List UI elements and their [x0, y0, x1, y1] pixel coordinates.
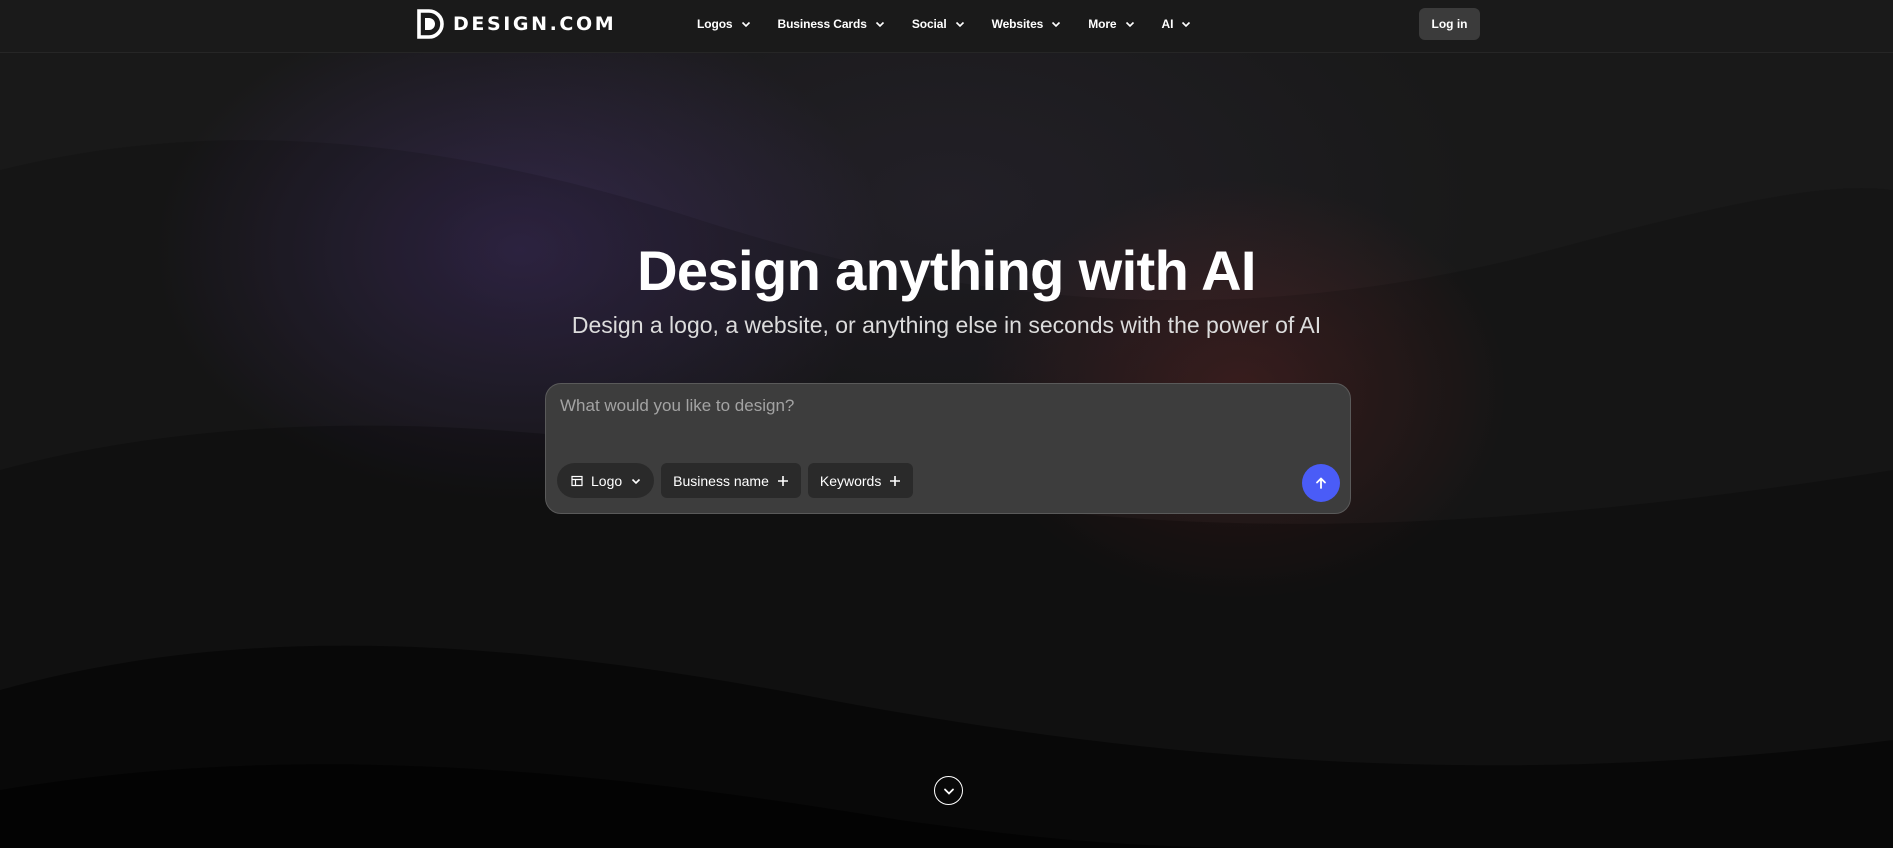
chevron-down-icon	[875, 21, 884, 28]
chevron-down-icon	[1125, 21, 1134, 28]
nav-item-websites[interactable]: Websites	[992, 17, 1063, 31]
brand-logo[interactable]: DESIGN.COM	[416, 8, 616, 40]
arrow-up-icon	[1316, 477, 1326, 489]
page: DESIGN.COM Logos Business Cards Social W…	[0, 0, 1893, 848]
nav-item-business-cards[interactable]: Business Cards	[778, 17, 886, 31]
design-d-logo-icon	[417, 9, 444, 39]
plus-icon	[777, 475, 788, 486]
add-keywords-button[interactable]: Keywords	[807, 463, 914, 498]
scroll-down-button[interactable]	[934, 776, 963, 805]
nav-item-label: Logos	[697, 17, 733, 31]
hero-subtitle: Design a logo, a website, or anything el…	[571, 312, 1322, 338]
nav-item-label: AI	[1161, 17, 1174, 31]
nav-item-more[interactable]: More	[1088, 17, 1135, 31]
chevron-down-icon	[1052, 21, 1061, 28]
brand-name: DESIGN.COM	[453, 13, 617, 35]
nav-item-label: Social	[911, 17, 947, 31]
design-prompt-input[interactable]	[560, 396, 1320, 436]
login-button[interactable]: Log in	[1419, 8, 1480, 40]
design-prompt-box: Logo Business name Keywords	[545, 383, 1351, 514]
design-type-select[interactable]: Logo	[557, 463, 655, 498]
chevron-down-icon	[955, 21, 964, 28]
layout-icon	[571, 475, 583, 486]
main-nav: Logos Business Cards Social Websites Mor…	[697, 14, 1218, 34]
nav-item-ai[interactable]: AI	[1162, 17, 1193, 31]
chevron-down-icon	[741, 21, 750, 28]
nav-item-social[interactable]: Social	[912, 17, 966, 31]
design-type-label: Logo	[591, 472, 623, 489]
hero-title: Design anything with AI	[637, 239, 1256, 302]
nav-item-label: Business Cards	[777, 17, 867, 31]
add-business-name-button[interactable]: Business name	[661, 463, 801, 498]
nav-item-label: More	[1088, 17, 1117, 31]
nav-item-logos[interactable]: Logos	[697, 17, 752, 31]
submit-prompt-button[interactable]	[1302, 464, 1340, 502]
chevron-down-circle-icon	[943, 788, 954, 795]
chip-label: Keywords	[819, 472, 882, 489]
top-navigation-bar: DESIGN.COM Logos Business Cards Social W…	[0, 0, 1893, 53]
chip-label: Business name	[673, 472, 769, 489]
plus-icon	[890, 475, 901, 486]
nav-item-label: Websites	[991, 17, 1044, 31]
chevron-down-icon	[1182, 21, 1191, 28]
chevron-down-icon	[632, 478, 641, 484]
prompt-options: Logo Business name Keywords	[557, 463, 914, 498]
